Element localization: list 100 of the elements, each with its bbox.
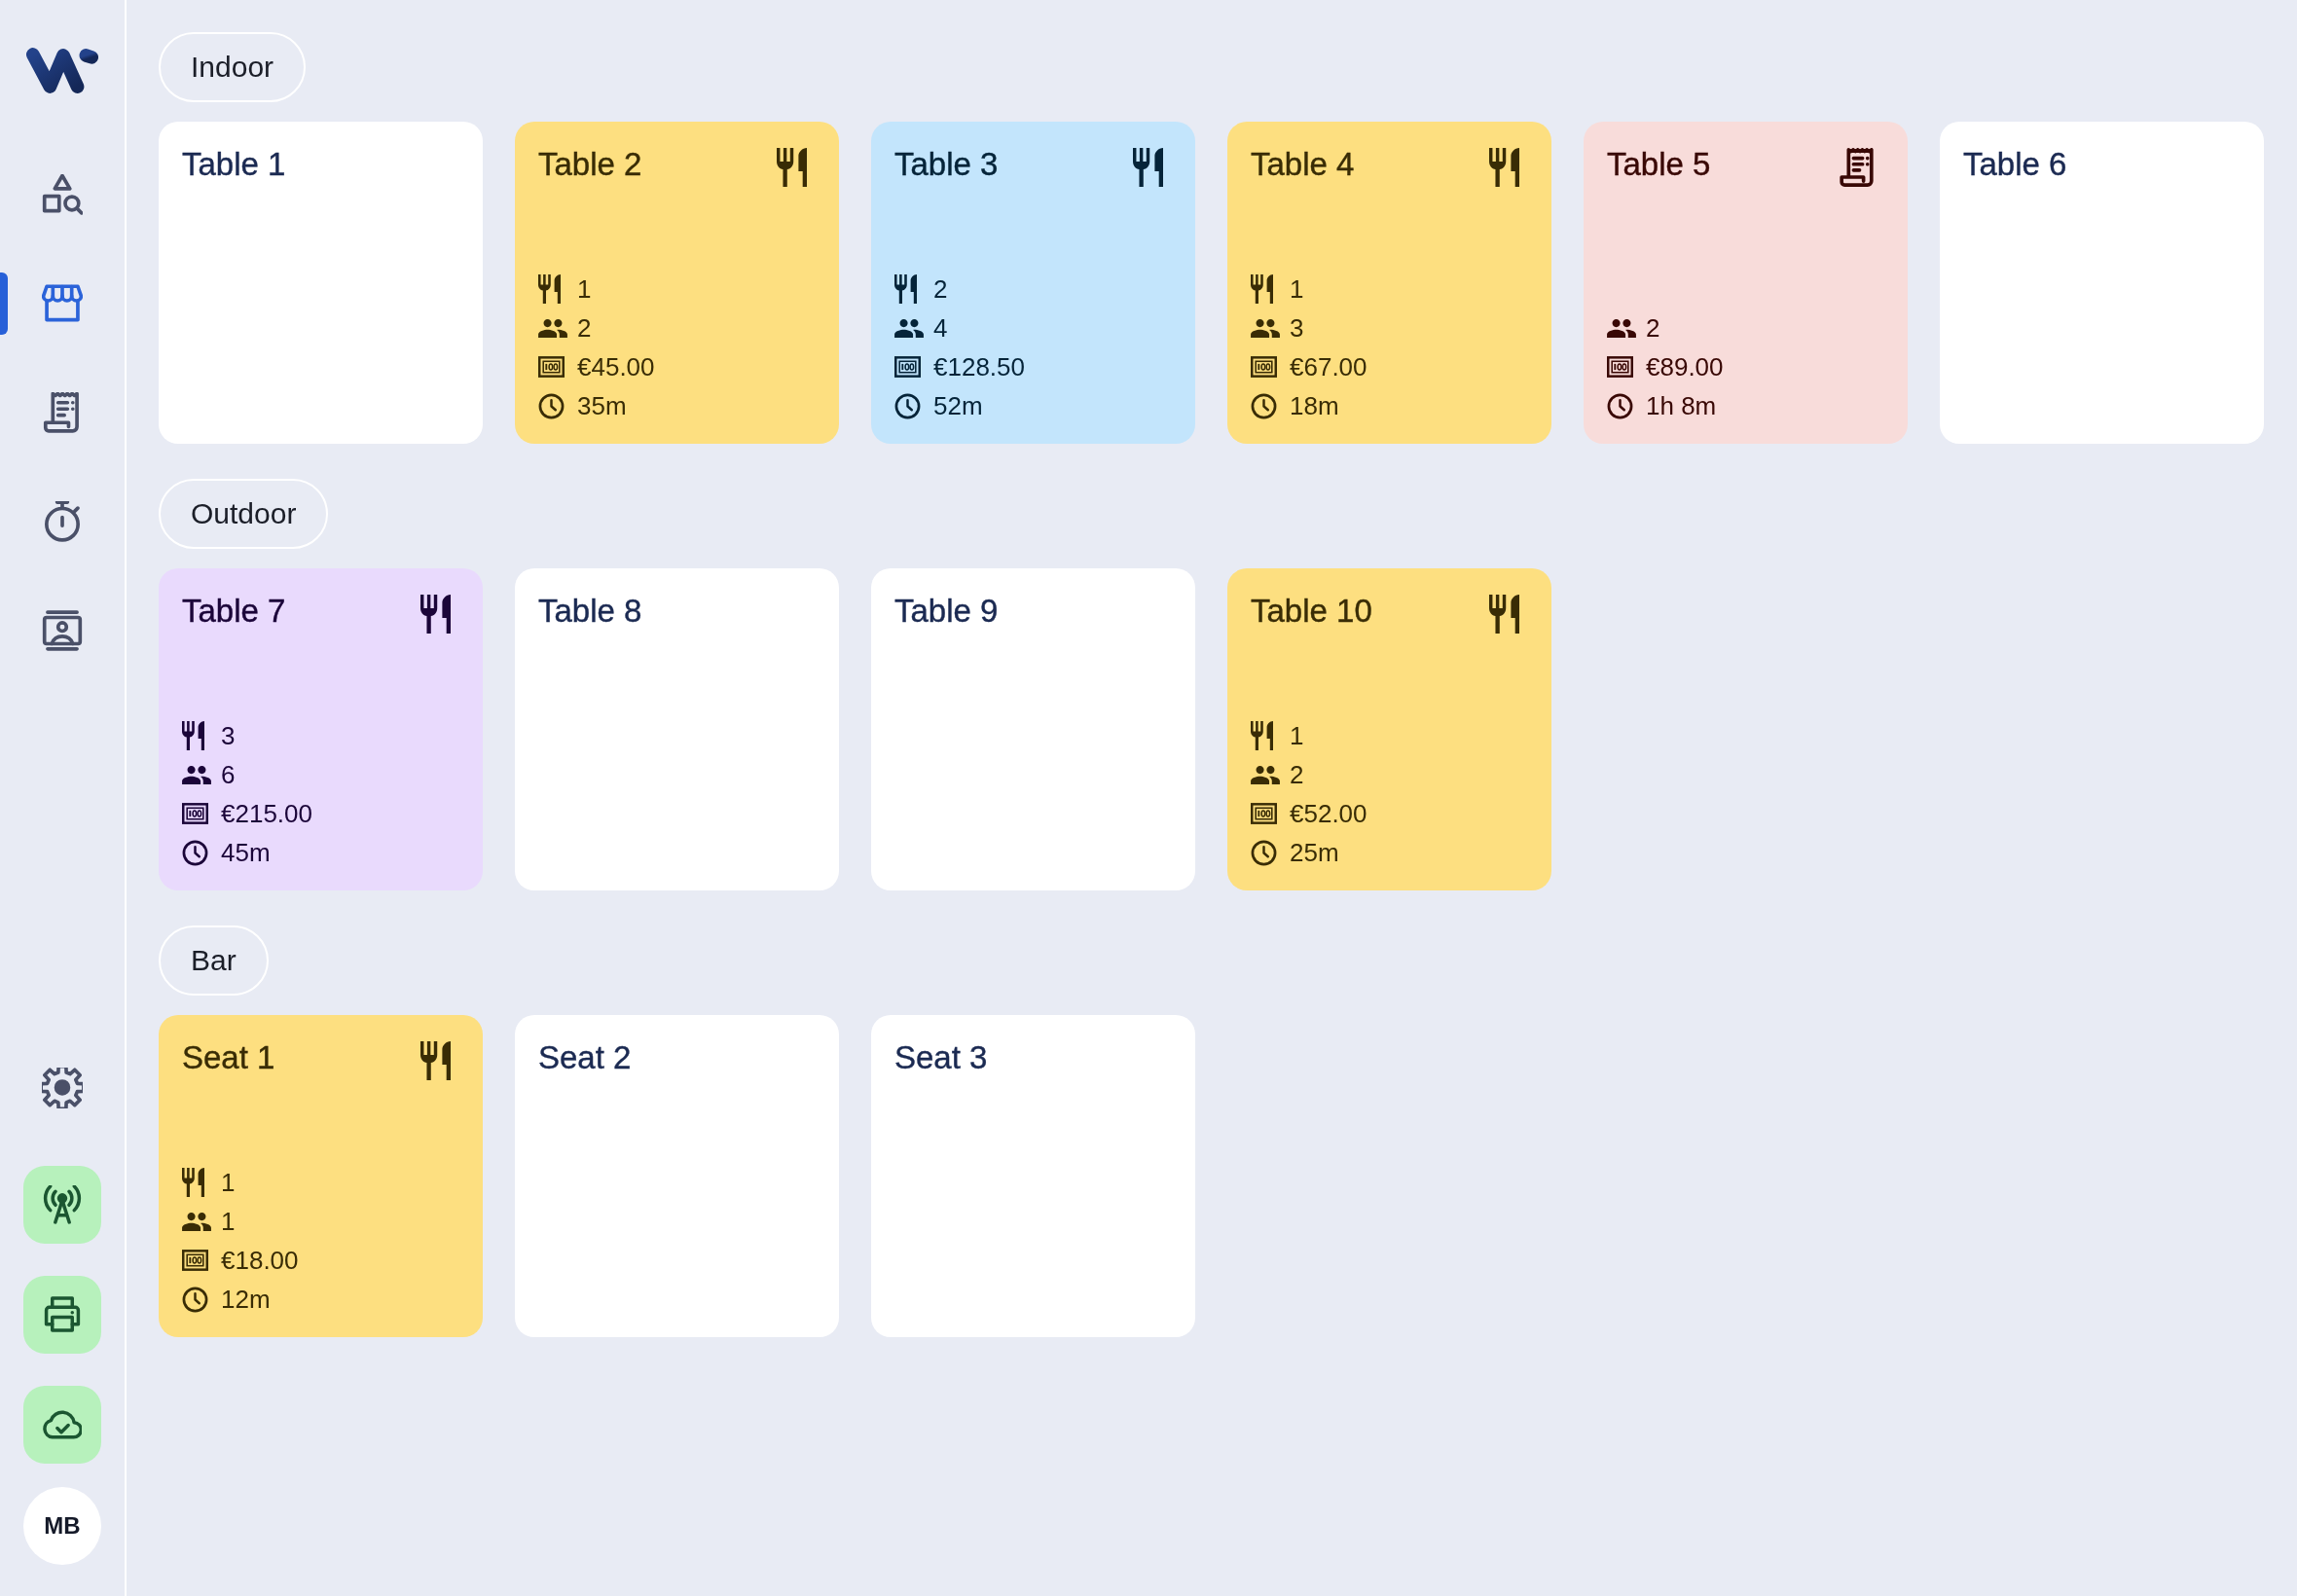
clock-icon (1251, 839, 1277, 866)
cutlery-icon (538, 274, 561, 304)
table-name: Table 3 (894, 145, 999, 184)
table-card[interactable]: Table 4 1 3 €67.00 18m (1227, 122, 1551, 444)
guest-count: 2 (1290, 759, 1304, 790)
receipt-icon (1840, 148, 1876, 187)
guest-count: 3 (1290, 312, 1304, 344)
bill-total: €18.00 (221, 1245, 299, 1276)
clock-icon (182, 839, 208, 866)
banknote-icon (182, 1250, 208, 1271)
table-card[interactable]: Seat 3 (871, 1015, 1195, 1337)
elapsed-time: 52m (933, 390, 983, 421)
antenna-icon (43, 1185, 82, 1224)
course-count: 3 (221, 720, 236, 751)
table-name: Table 9 (894, 592, 999, 631)
user-avatar[interactable]: MB (23, 1487, 101, 1565)
cutlery-icon (1489, 595, 1519, 634)
zone-label: Indoor (159, 32, 307, 102)
guest-count: 2 (577, 312, 592, 344)
table-name: Table 1 (182, 145, 286, 184)
cutlery-icon (1133, 148, 1163, 187)
guest-count: 6 (221, 759, 236, 790)
people-icon (1251, 765, 1280, 784)
zone-label: Outdoor (159, 479, 329, 549)
clock-icon (1251, 392, 1277, 419)
banknote-icon (1251, 356, 1277, 378)
cutlery-icon (182, 1168, 204, 1197)
table-card[interactable]: Table 10 1 2 €52.00 25m (1227, 568, 1551, 890)
bill-total: €67.00 (1290, 351, 1367, 382)
status-button[interactable] (23, 1166, 101, 1244)
table-name: Table 4 (1251, 145, 1355, 184)
table-name: Table 8 (538, 592, 642, 631)
course-count: 1 (577, 273, 592, 305)
stopwatch-icon (42, 501, 83, 542)
table-card[interactable]: Seat 1 1 1 €18.00 12m (159, 1015, 483, 1337)
cutlery-icon (894, 274, 917, 304)
table-name: Table 2 (538, 145, 642, 184)
bill-total: €89.00 (1646, 351, 1724, 382)
table-card[interactable]: Table 9 (871, 568, 1195, 890)
clock-icon (182, 1286, 208, 1313)
elapsed-time: 35m (577, 390, 627, 421)
people-icon (894, 318, 924, 338)
people-icon (182, 1212, 211, 1231)
clock-icon (894, 392, 921, 419)
table-name: Table 5 (1607, 145, 1711, 184)
shapes-search-icon (42, 174, 83, 215)
course-count: 1 (1290, 273, 1304, 305)
table-card[interactable]: Seat 2 (515, 1015, 839, 1337)
table-card[interactable]: Table 1 (159, 122, 483, 444)
course-count: 2 (933, 273, 948, 305)
table-name: Seat 3 (894, 1038, 988, 1077)
banknote-icon (182, 803, 208, 824)
table-name: Seat 1 (182, 1038, 275, 1077)
guest-count: 2 (1646, 312, 1660, 344)
bill-total: €128.50 (933, 351, 1025, 382)
table-card[interactable]: Table 5 2 €89.00 1h 8m (1584, 122, 1908, 444)
cutlery-icon (420, 1041, 451, 1080)
people-icon (182, 765, 211, 784)
bill-total: €215.00 (221, 798, 312, 829)
table-card[interactable]: Table 3 2 4 €128.50 52m (871, 122, 1195, 444)
table-name: Seat 2 (538, 1038, 632, 1077)
table-card[interactable]: Table 2 1 2 €45.00 35m (515, 122, 839, 444)
banknote-icon (1251, 803, 1277, 824)
printer-icon (43, 1295, 82, 1334)
cutlery-icon (1251, 274, 1273, 304)
portrait-icon (42, 610, 83, 651)
people-icon (1251, 318, 1280, 338)
course-count: 1 (221, 1167, 236, 1198)
elapsed-time: 25m (1290, 837, 1339, 868)
bill-total: €45.00 (577, 351, 655, 382)
storefront-icon (42, 283, 83, 324)
guest-count: 1 (221, 1206, 236, 1237)
people-icon (1607, 318, 1636, 338)
guest-count: 4 (933, 312, 948, 344)
elapsed-time: 1h 8m (1646, 390, 1717, 421)
zone-label: Bar (159, 925, 269, 996)
people-icon (538, 318, 567, 338)
course-count: 1 (1290, 720, 1304, 751)
elapsed-time: 45m (221, 837, 271, 868)
elapsed-time: 18m (1290, 390, 1339, 421)
cutlery-icon (777, 148, 807, 187)
settings-icon (42, 1068, 83, 1108)
banknote-icon (894, 356, 921, 378)
table-name: Table 6 (1963, 145, 2067, 184)
banknote-icon (538, 356, 565, 378)
elapsed-time: 12m (221, 1284, 271, 1315)
cutlery-icon (1489, 148, 1519, 187)
table-card[interactable]: Table 6 (1940, 122, 2264, 444)
bill-total: €52.00 (1290, 798, 1367, 829)
table-card[interactable]: Table 8 (515, 568, 839, 890)
cutlery-icon (420, 595, 451, 634)
cutlery-icon (182, 721, 204, 750)
status-button[interactable] (23, 1386, 101, 1464)
table-card[interactable]: Table 7 3 6 €215.00 45m (159, 568, 483, 890)
cutlery-icon (1251, 721, 1273, 750)
table-name: Table 7 (182, 592, 286, 631)
table-name: Table 10 (1251, 592, 1372, 631)
clock-icon (1607, 392, 1633, 419)
clock-icon (538, 392, 565, 419)
status-button[interactable] (23, 1276, 101, 1354)
